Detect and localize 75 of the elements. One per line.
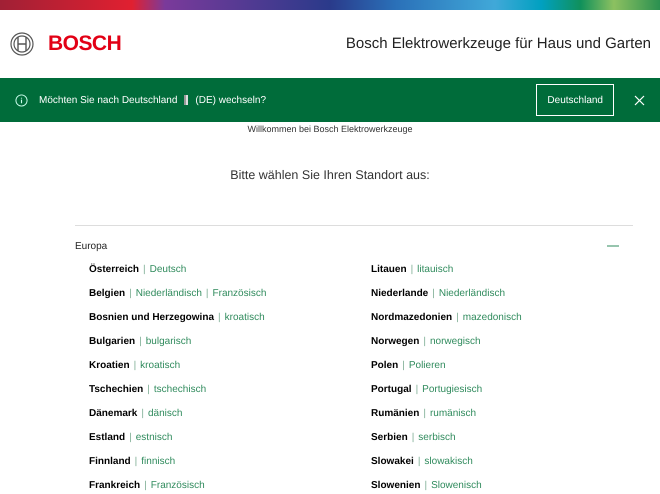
separator: | [134, 359, 136, 374]
country-name: Österreich [89, 262, 140, 278]
language-link[interactable]: kroatisch [140, 358, 180, 374]
country-name: Slowenien [371, 479, 420, 494]
country-name: Polen [371, 359, 398, 374]
banner-text: Möchten Sie nach Deutschland [39, 94, 178, 108]
country-name: Portugal [371, 383, 412, 398]
separator: | [423, 407, 426, 422]
language-link[interactable]: Slowenisch [431, 478, 482, 494]
country-name: Dänemark [89, 407, 138, 422]
separator: | [206, 287, 208, 302]
close-icon[interactable] [634, 94, 645, 106]
language-link[interactable]: Deutsch [150, 262, 186, 278]
separator: | [143, 263, 146, 278]
site-title: Bosch Elektrowerkzeuge für Haus und Garten [346, 34, 651, 54]
country-name: Litauen [371, 263, 407, 278]
country-name: Norwegen [371, 335, 420, 350]
country-name: Finnland [89, 455, 131, 470]
language-link[interactable]: Niederländisch [438, 286, 506, 302]
separator: | [423, 335, 426, 350]
separator: | [456, 311, 459, 326]
language-link[interactable]: norwegisch [430, 334, 481, 350]
separator: | [139, 335, 142, 350]
collapse-icon[interactable] [607, 245, 619, 248]
country-name: Bulgarien [89, 335, 136, 350]
separator: | [416, 383, 418, 398]
separator: | [418, 455, 420, 470]
country-name: Nordmazedonien [371, 311, 452, 326]
separator: | [412, 431, 414, 446]
country-button[interactable]: Deutschland [536, 84, 614, 116]
language-link[interactable]: finnisch [141, 454, 176, 470]
language-link[interactable]: estnisch [136, 430, 172, 446]
language-link[interactable]: Französisch [150, 478, 205, 494]
separator: | [432, 287, 435, 302]
logo-icon [10, 32, 34, 56]
separator: | [424, 479, 428, 494]
language-link[interactable]: kroatisch [224, 310, 265, 326]
region-heading[interactable]: Europa [75, 238, 108, 254]
language-link[interactable]: tschechisch [154, 382, 206, 398]
welcome-text: Willkommen bei Bosch Elektrowerkzeuge [247, 123, 413, 136]
country-name: Estland [89, 431, 126, 446]
language-link[interactable]: bulgarisch [146, 334, 192, 350]
language-link[interactable]: Französisch [212, 286, 266, 302]
info-icon [15, 94, 28, 106]
country-name: Bosnien und Herzegowina [89, 311, 214, 326]
language-link[interactable]: dänisch [148, 406, 182, 422]
country-name: Tschechien [89, 383, 144, 398]
country-name: Frankreich [89, 479, 140, 494]
separator: | [129, 431, 132, 446]
separator: | [402, 359, 405, 374]
country-name: Serbien [371, 431, 408, 446]
country-name: Belgien [89, 287, 126, 302]
language-link[interactable]: serbisch [418, 430, 456, 446]
language-link[interactable]: mazedonisch [462, 310, 522, 326]
language-link[interactable]: litauisch [417, 262, 454, 278]
separator: | [134, 455, 138, 470]
country-name: Niederlande [371, 287, 428, 302]
language-link[interactable]: Polieren [408, 358, 446, 374]
banner-text: (DE) wechseln? [195, 94, 266, 108]
separator: | [129, 287, 132, 302]
prompt-text: Bitte wählen Sie Ihren Standort aus: [230, 166, 430, 184]
country-name: Slowakei [371, 455, 414, 470]
language-link[interactable]: Portugiesisch [422, 382, 482, 398]
logo-text: BOSCH [48, 31, 122, 58]
flag-icon [184, 95, 188, 105]
language-link[interactable]: slowakisch [424, 454, 473, 470]
country-name: Rumänien [371, 407, 420, 422]
separator: | [410, 263, 414, 278]
language-link[interactable]: rumänisch [430, 406, 476, 422]
separator: | [218, 311, 221, 326]
separator: | [141, 407, 144, 422]
separator: | [147, 383, 150, 398]
separator: | [144, 479, 147, 494]
country-name: Kroatien [89, 359, 130, 374]
language-link[interactable]: Niederländisch [136, 286, 202, 302]
